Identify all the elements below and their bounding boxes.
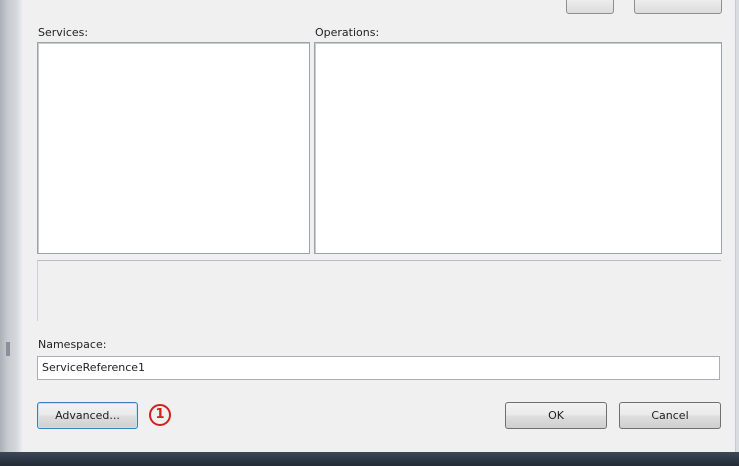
taskbar-strip (0, 452, 739, 466)
advanced-button[interactable]: Advanced... (37, 402, 138, 429)
frame-resize-notch (6, 342, 10, 356)
status-message-area (37, 260, 721, 321)
step-marker-badge: 1 (149, 404, 171, 426)
services-label: Services: (38, 26, 89, 39)
cancel-button[interactable]: Cancel (619, 402, 721, 429)
namespace-label: Namespace: (38, 338, 107, 351)
namespace-input[interactable]: ServiceReference1 (37, 356, 720, 380)
window-left-frame (0, 0, 22, 452)
top-clipped-button-2[interactable] (634, 0, 722, 14)
ok-button[interactable]: OK (505, 402, 607, 429)
operations-list[interactable] (314, 42, 722, 254)
operations-label: Operations: (315, 26, 380, 39)
namespace-value: ServiceReference1 (42, 361, 146, 374)
top-clipped-button-1[interactable] (566, 0, 614, 14)
dialog-window: Services: Operations: Namespace: Service… (0, 0, 739, 466)
services-list[interactable] (37, 42, 310, 254)
